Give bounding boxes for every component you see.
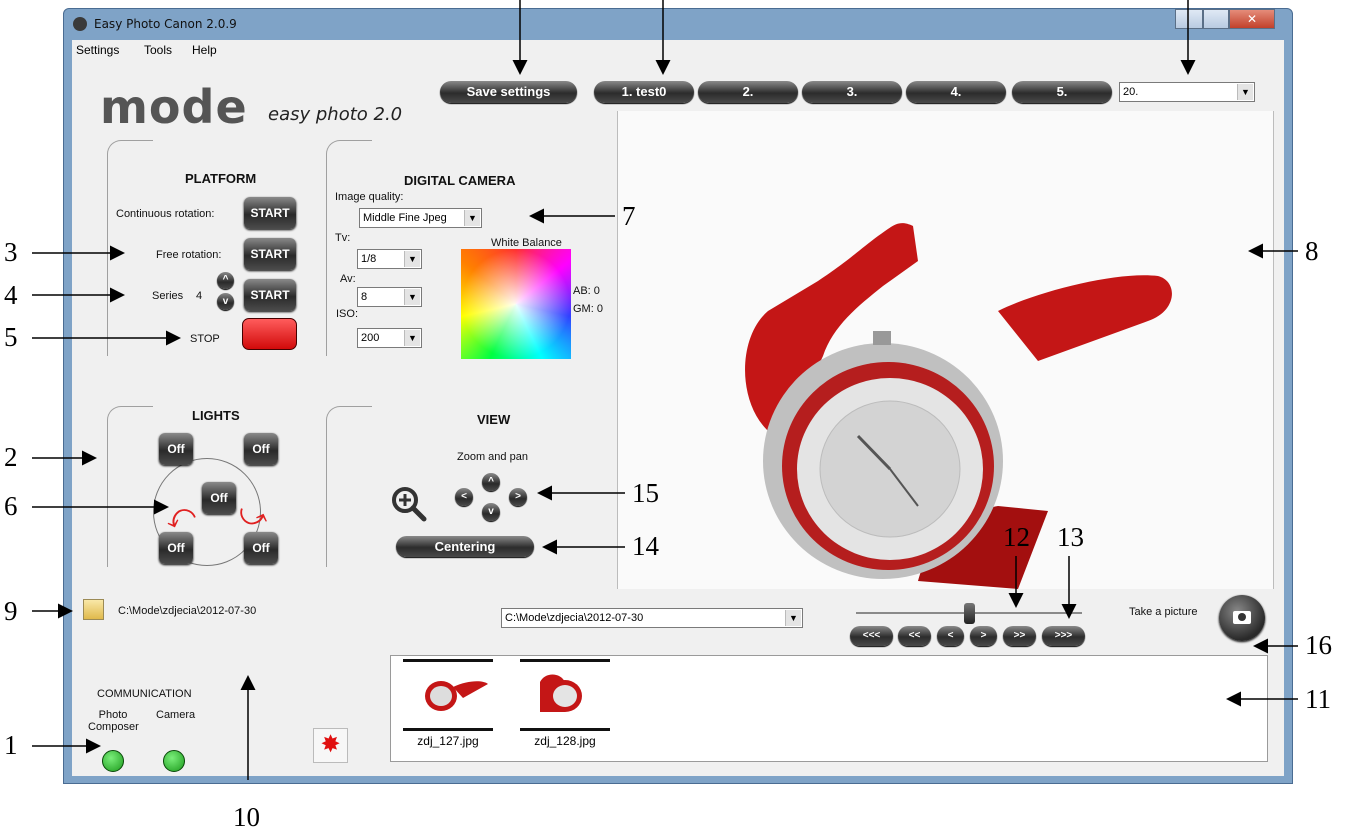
annotation-12: 12 xyxy=(1003,522,1030,552)
annotation-5: 5 xyxy=(4,322,18,352)
annotation-2: 2 xyxy=(4,442,18,472)
annotation-8: 8 xyxy=(1305,236,1319,266)
annotation-6: 6 xyxy=(4,491,18,521)
annotation-13: 13 xyxy=(1057,522,1084,552)
annotation-7: 7 xyxy=(622,201,636,231)
annotation-1: 1 xyxy=(4,730,18,760)
annotation-4: 4 xyxy=(4,280,18,310)
annotation-3: 3 xyxy=(4,237,18,267)
annotation-10: 10 xyxy=(233,802,260,832)
annotation-11: 11 xyxy=(1305,684,1331,714)
annotation-16: 16 xyxy=(1305,630,1332,660)
annotation-14: 14 xyxy=(632,531,659,561)
annotation-arrows xyxy=(32,0,1298,780)
annotation-15: 15 xyxy=(632,478,659,508)
annotation-9: 9 xyxy=(4,596,18,626)
